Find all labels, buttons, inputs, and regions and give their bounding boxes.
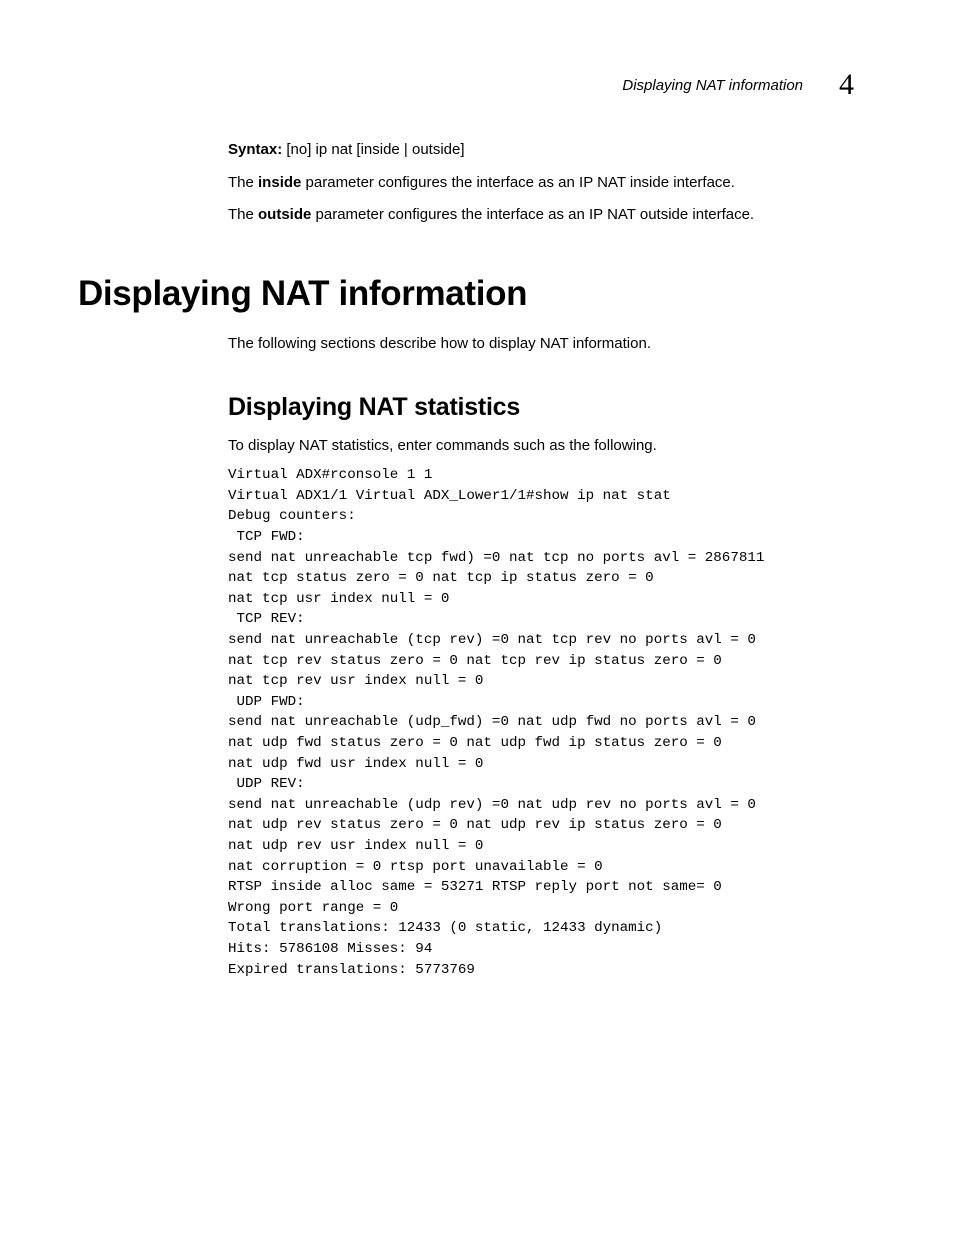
body-area: Syntax: [no] ip nat [inside | outside] T… [228,138,874,980]
stats-intro: To display NAT statistics, enter command… [228,434,874,457]
keyword-inside: inside [258,174,301,191]
text: parameter configures the interface as an… [301,174,735,191]
subsection-heading: Displaying NAT statistics [228,393,874,422]
text: The [228,174,258,191]
section-intro: The following sections describe how to d… [228,332,874,355]
syntax-line: Syntax: [no] ip nat [inside | outside] [228,138,874,161]
syntax-label: Syntax: [228,141,282,158]
syntax-command: [no] ip nat [inside | outside] [286,141,464,158]
paragraph-inside: The inside parameter configures the inte… [228,171,874,194]
code-block: Virtual ADX#rconsole 1 1 Virtual ADX1/1 … [228,465,874,980]
page: Displaying NAT information 4 Syntax: [no… [0,0,954,1235]
text: parameter configures the interface as an… [311,206,754,223]
running-header: Displaying NAT information 4 [622,68,854,102]
chapter-number: 4 [839,68,854,102]
section-heading: Displaying NAT information [78,274,874,314]
keyword-outside: outside [258,206,311,223]
text: The [228,206,258,223]
paragraph-outside: The outside parameter configures the int… [228,203,874,226]
running-title: Displaying NAT information [622,77,803,94]
